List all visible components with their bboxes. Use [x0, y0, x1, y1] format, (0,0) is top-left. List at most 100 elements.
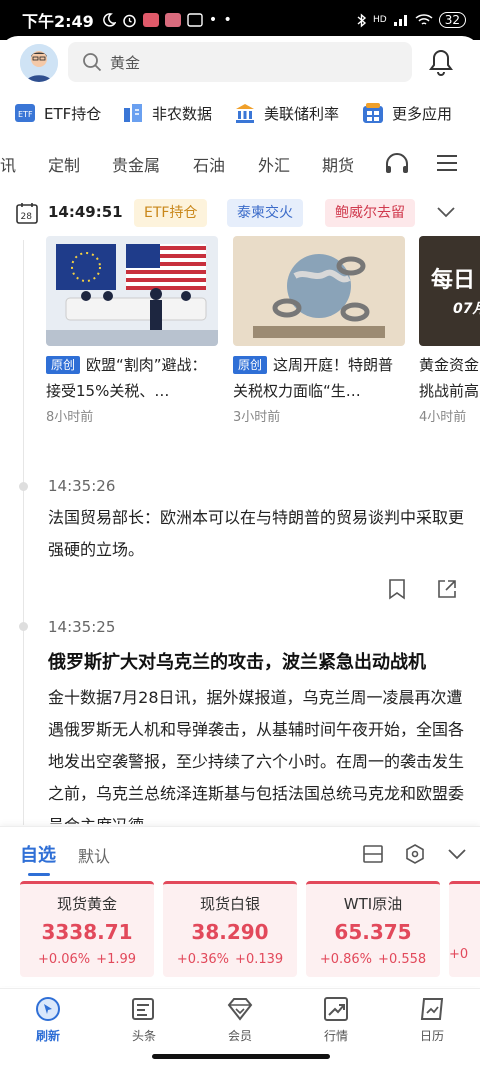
- battery-icon: 32: [438, 12, 466, 28]
- app-notification-icon: [164, 13, 181, 27]
- quote-card[interactable]: 现货黄金 3338.71 +0.06% +1.99: [20, 881, 154, 977]
- news-body[interactable]: 金十数据7月28日讯，据外媒报道，乌克兰周一凌晨再次遭遇俄罗斯无人机和导弹袭击，…: [48, 682, 468, 824]
- svg-text:ETF: ETF: [18, 110, 33, 119]
- etf-icon: ETF: [15, 104, 35, 122]
- tab-news[interactable]: 讯: [0, 152, 16, 176]
- quick-links: ETF ETF持仓 非农数据 美联储利率 更多应用: [0, 96, 480, 130]
- article-title: 原创 这周开庭！特朗普关税权力面临“生…: [233, 356, 394, 400]
- article-card[interactable]: 原创 欧盟“割肉”避战：接受15%关税、… 8小时前: [46, 236, 218, 425]
- quick-link-fed-rate[interactable]: 美联储利率: [234, 102, 339, 124]
- quote-name: WTI原油: [343, 895, 403, 913]
- signal-icon: [393, 15, 407, 26]
- quick-link-label: 美联储利率: [264, 104, 340, 123]
- article-carousel: 原创 欧盟“割肉”避战：接受15%关税、… 8小时前 原创 这周开庭！特朗普关税权力…: [46, 236, 480, 426]
- article-image: [46, 236, 218, 346]
- quote-card[interactable]: WTI原油 65.375 +0.86% +0.558: [306, 881, 440, 977]
- article-image: [233, 236, 405, 346]
- nav-label: 头条: [131, 1029, 156, 1043]
- news-title[interactable]: 俄罗斯扩大对乌克兰的攻击，波兰紧急出动战机: [48, 648, 468, 674]
- quick-link-label: 非农数据: [152, 104, 213, 123]
- app-notification-icon: [142, 13, 159, 27]
- quote-change: +0: [449, 947, 469, 962]
- quote-card[interactable]: +0: [449, 881, 480, 977]
- news-body[interactable]: 法国贸易部长：欧洲本可以在与特朗普的贸易谈判中采取更强硬的立场。: [48, 502, 468, 566]
- nav-market[interactable]: 行情: [306, 995, 366, 1044]
- timeline-dot: [19, 622, 28, 631]
- article-thumb-sub: 07月: [453, 301, 480, 317]
- chevron-down-icon[interactable]: [446, 843, 468, 865]
- diamond-icon: [227, 998, 253, 1021]
- article-card[interactable]: 原创 这周开庭！特朗普关税权力面临“生… 3小时前: [233, 236, 405, 425]
- moon-icon: [102, 13, 116, 27]
- quote-card[interactable]: 现货白银 38.290 +0.36% +0.139: [163, 881, 297, 977]
- network-type: HD: [373, 15, 387, 25]
- refresh-icon: [36, 997, 60, 1021]
- timeline-line: [23, 240, 24, 825]
- calendar-chart-icon: [420, 998, 444, 1020]
- nav-refresh[interactable]: 刷新: [18, 995, 78, 1044]
- nav-headlines[interactable]: 头条: [114, 995, 174, 1044]
- article-image: 每日 07月: [419, 236, 480, 346]
- tab-precious-metals[interactable]: 贵金属: [112, 152, 160, 176]
- tab-watchlist-custom[interactable]: 自选: [20, 841, 56, 876]
- quick-link-label: 更多应用: [392, 104, 453, 123]
- quote-name: 现货白银: [199, 895, 260, 913]
- topic-chip-thai-cambodia[interactable]: 泰柬交火: [227, 199, 303, 227]
- article-time: 8小时前: [46, 410, 94, 425]
- calendar-icon[interactable]: 28: [16, 202, 38, 224]
- bookmark-icon[interactable]: [386, 578, 408, 600]
- quote-change: +0.36% +0.139: [176, 952, 284, 967]
- article-time: 3小时前: [233, 410, 281, 425]
- watchlist-panel: 自选 默认 现货黄金 3338.71 +0.06% +1.99 现货白银 38.2…: [0, 826, 480, 986]
- alarm-icon: [123, 14, 136, 27]
- quick-link-label: ETF持仓: [44, 104, 102, 123]
- quick-link-nonfarm[interactable]: 非农数据: [122, 102, 212, 124]
- search-placeholder: 黄金: [110, 53, 141, 72]
- quote-change: +0.86% +0.558: [319, 952, 427, 967]
- article-title: 黄金资金挑战前高: [419, 356, 480, 400]
- avatar[interactable]: [20, 44, 58, 82]
- nav-membership[interactable]: 会员: [210, 995, 270, 1044]
- status-bar: 下午2:49 • • HD 32: [0, 0, 480, 40]
- chart-figure-icon: [124, 104, 142, 122]
- article-card[interactable]: 每日 07月 黄金资金挑战前高 4小时前: [419, 236, 480, 425]
- bank-icon: [236, 104, 254, 123]
- search-bar[interactable]: 黄金: [68, 42, 412, 82]
- user-avatar-icon: [20, 44, 58, 82]
- bell-icon[interactable]: [428, 48, 454, 76]
- original-badge: 原创: [233, 356, 268, 374]
- status-right: HD 32: [357, 12, 466, 28]
- nav-label: 刷新: [35, 1029, 60, 1043]
- wifi-icon: [415, 14, 433, 25]
- article-time: 4小时前: [419, 410, 467, 425]
- headphones-icon[interactable]: [384, 152, 410, 174]
- quote-price: 65.375: [334, 920, 412, 944]
- bluetooth-icon: [357, 12, 367, 28]
- timeline-dot: [19, 482, 28, 491]
- topic-chip-etf[interactable]: ETF持仓: [134, 199, 208, 227]
- settings-hex-icon[interactable]: [404, 843, 426, 865]
- category-tabs: 讯 定制 贵金属 石油 外汇 期货: [0, 146, 480, 182]
- quote-change: +0.06% +1.99: [37, 952, 137, 967]
- quote-price: 3338.71: [41, 920, 133, 944]
- chevron-down-icon[interactable]: [436, 204, 456, 220]
- notification-app-icon: [187, 13, 203, 27]
- quick-link-etf[interactable]: ETF ETF持仓: [14, 102, 101, 124]
- topic-chip-powell[interactable]: 鲍威尔去留: [325, 199, 415, 227]
- tab-forex[interactable]: 外汇: [258, 152, 290, 176]
- layout-toggle-icon[interactable]: [362, 843, 384, 865]
- status-icons: • •: [102, 12, 233, 28]
- tab-watchlist-default[interactable]: 默认: [78, 843, 110, 867]
- tab-custom[interactable]: 定制: [48, 152, 80, 176]
- search-icon: [83, 53, 102, 72]
- more-notifications-icon: • •: [208, 12, 233, 28]
- nav-label: 会员: [227, 1029, 252, 1043]
- share-icon[interactable]: [436, 578, 458, 600]
- tab-oil[interactable]: 石油: [193, 152, 225, 176]
- menu-icon[interactable]: [436, 154, 458, 172]
- nav-calendar[interactable]: 日历: [402, 995, 462, 1044]
- tab-futures[interactable]: 期货: [322, 152, 354, 176]
- quick-link-more-apps[interactable]: 更多应用: [362, 102, 452, 124]
- apps-icon: [363, 103, 383, 123]
- status-time: 下午2:49: [22, 12, 94, 31]
